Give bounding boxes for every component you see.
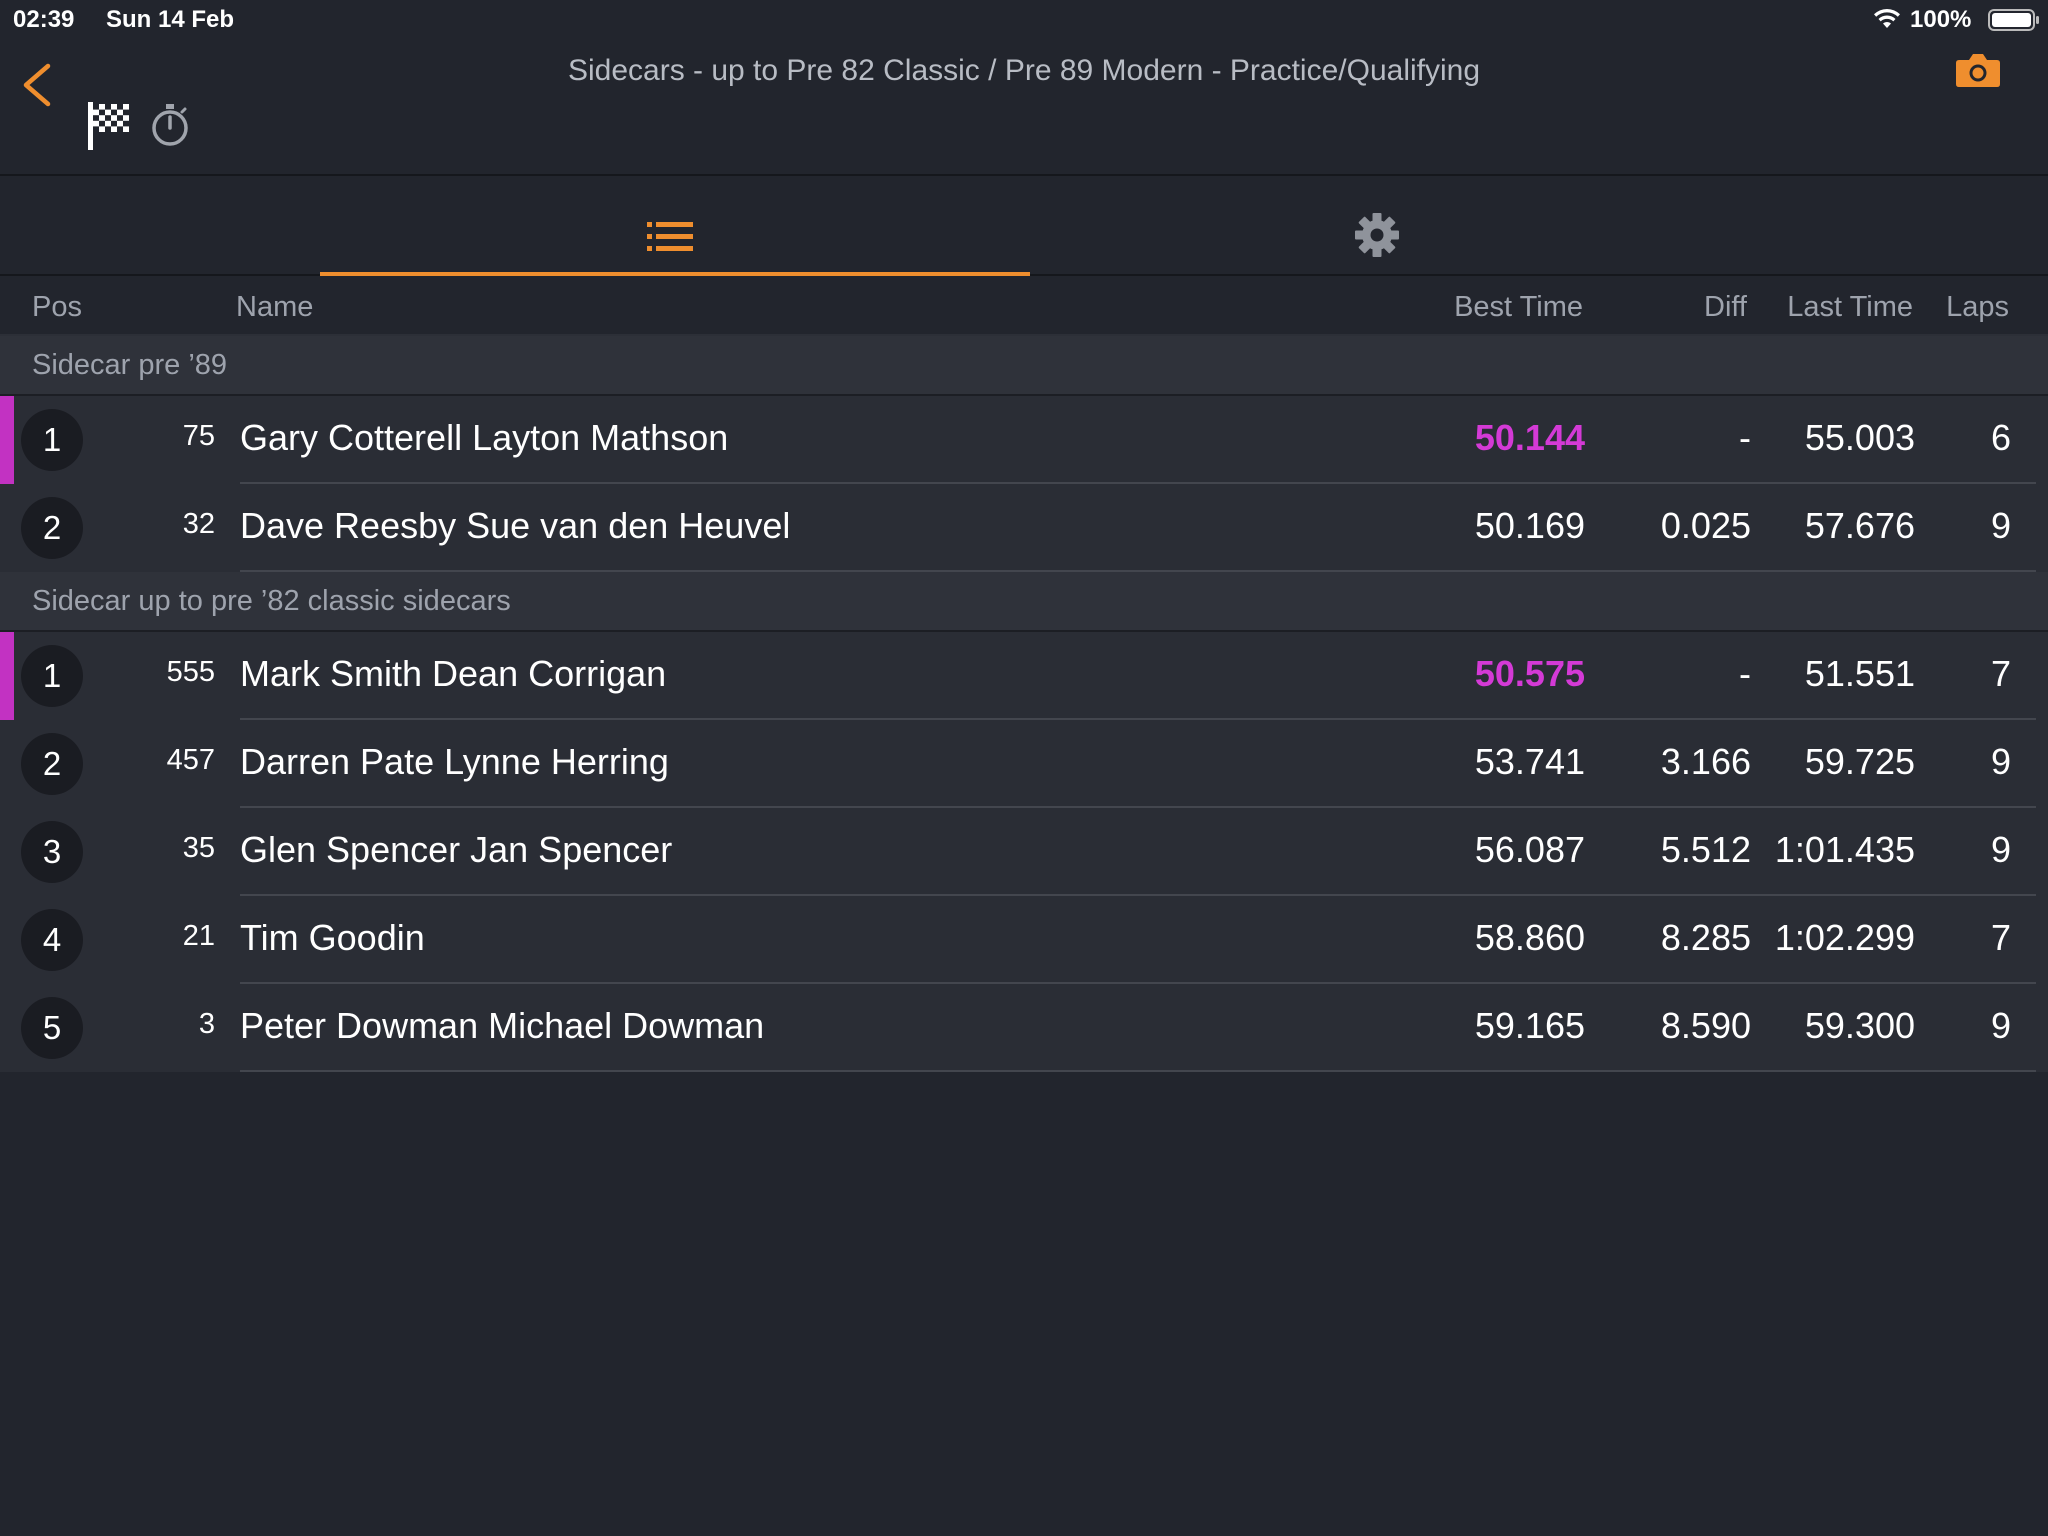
competitor-name: Tim Goodin xyxy=(240,917,425,958)
gear-icon xyxy=(1355,213,1399,257)
race-number: 3 xyxy=(198,1008,215,1040)
competitor-name: Gary Cotterell Layton Mathson xyxy=(240,417,729,458)
laps: 7 xyxy=(1990,653,2011,694)
diff: 8.285 xyxy=(1660,917,1751,958)
position-badge: 1 xyxy=(21,409,83,471)
results-row[interactable]: 2 32 Dave Reesby Sue van den Heuvel 50.1… xyxy=(0,484,2048,572)
competitor-name: Mark Smith Dean Corrigan xyxy=(240,653,667,694)
race-number: 32 xyxy=(182,508,215,540)
diff: 5.512 xyxy=(1660,829,1751,870)
battery-percent: 100% xyxy=(1910,6,1972,33)
position-badge: 2 xyxy=(21,733,83,795)
last-time: 59.725 xyxy=(1804,741,1915,782)
battery-icon xyxy=(1988,9,2040,36)
race-number: 35 xyxy=(182,832,215,864)
laps: 9 xyxy=(1990,505,2011,546)
laps: 9 xyxy=(1990,741,2011,782)
tab-results-list[interactable] xyxy=(320,176,1030,276)
column-laps: Laps xyxy=(1946,291,2009,323)
status-time: 02:39 xyxy=(13,6,75,33)
race-number: 75 xyxy=(182,420,215,452)
diff: - xyxy=(1739,653,1751,694)
competitor-name: Dave Reesby Sue van den Heuvel xyxy=(240,505,791,546)
best-time: 58.860 xyxy=(1474,917,1585,958)
race-number: 457 xyxy=(166,744,215,776)
last-time: 59.300 xyxy=(1804,1005,1915,1046)
best-time: 53.741 xyxy=(1474,741,1585,782)
row-divider xyxy=(240,1070,2036,1072)
position-badge: 1 xyxy=(21,645,83,707)
position-badge: 5 xyxy=(21,997,83,1059)
class-leader-marker xyxy=(0,396,14,484)
position-badge: 4 xyxy=(21,909,83,971)
column-diff: Diff xyxy=(1704,291,1747,323)
last-time: 51.551 xyxy=(1804,653,1915,694)
results-row[interactable]: 5 3 Peter Dowman Michael Dowman 59.165 8… xyxy=(0,984,2048,1072)
laps: 6 xyxy=(1990,417,2011,458)
last-time: 1:01.435 xyxy=(1774,829,1915,870)
laps: 7 xyxy=(1990,917,2011,958)
diff: 3.166 xyxy=(1660,741,1751,782)
laps: 9 xyxy=(1990,829,2011,870)
last-time: 55.003 xyxy=(1804,417,1915,458)
position-badge: 2 xyxy=(21,497,83,559)
best-time: 59.165 xyxy=(1474,1005,1585,1046)
group-header: Sidecar pre ’89 xyxy=(0,336,2048,396)
results-row[interactable]: 2 457 Darren Pate Lynne Herring 53.741 3… xyxy=(0,720,2048,808)
checkered-flag-icon xyxy=(86,100,132,157)
laps: 9 xyxy=(1990,1005,2011,1046)
column-best-time: Best Time xyxy=(1454,291,1583,323)
column-name: Name xyxy=(236,291,314,323)
stopwatch-icon[interactable] xyxy=(149,102,191,153)
results-row[interactable]: 3 35 Glen Spencer Jan Spencer 56.087 5.5… xyxy=(0,808,2048,896)
race-number: 21 xyxy=(182,920,215,952)
header: Sidecars - up to Pre 82 Classic / Pre 89… xyxy=(0,40,2048,176)
competitor-name: Glen Spencer Jan Spencer xyxy=(240,829,673,870)
group-title: Sidecar pre ’89 xyxy=(32,349,228,381)
tab-settings[interactable] xyxy=(1060,176,1770,274)
status-bar: 02:39 Sun 14 Feb 100% xyxy=(0,0,2048,40)
last-time: 1:02.299 xyxy=(1774,917,1915,958)
best-time: 50.169 xyxy=(1474,505,1585,546)
results-row[interactable]: 1 75 Gary Cotterell Layton Mathson 50.14… xyxy=(0,396,2048,484)
competitor-name: Darren Pate Lynne Herring xyxy=(240,741,669,782)
last-time: 57.676 xyxy=(1804,505,1915,546)
results-row[interactable]: 4 21 Tim Goodin 58.860 8.285 1:02.299 7 xyxy=(0,896,2048,984)
camera-button[interactable] xyxy=(1955,52,2001,93)
group-header: Sidecar up to pre ’82 classic sidecars xyxy=(0,572,2048,632)
status-date: Sun 14 Feb xyxy=(106,6,235,33)
class-leader-marker xyxy=(0,632,14,720)
tab-bar xyxy=(0,176,2048,276)
list-icon xyxy=(647,222,693,251)
race-number: 555 xyxy=(166,656,215,688)
competitor-name: Peter Dowman Michael Dowman xyxy=(240,1005,765,1046)
column-last-time: Last Time xyxy=(1787,291,1913,323)
position-badge: 3 xyxy=(21,821,83,883)
column-pos: Pos xyxy=(32,291,82,323)
group-title: Sidecar up to pre ’82 classic sidecars xyxy=(32,585,511,617)
wifi-icon xyxy=(1872,8,1902,35)
column-header-row: Pos Name Best Time Diff Last Time Laps xyxy=(0,276,2048,336)
page-title: Sidecars - up to Pre 82 Classic / Pre 89… xyxy=(567,54,1481,87)
best-time: 50.144 xyxy=(1474,417,1585,458)
diff: 8.590 xyxy=(1660,1005,1751,1046)
best-time: 56.087 xyxy=(1474,829,1585,870)
diff: 0.025 xyxy=(1660,505,1751,546)
best-time: 50.575 xyxy=(1474,653,1585,694)
results-row[interactable]: 1 555 Mark Smith Dean Corrigan 50.575 - … xyxy=(0,632,2048,720)
diff: - xyxy=(1739,417,1751,458)
camera-icon xyxy=(1956,54,2000,87)
